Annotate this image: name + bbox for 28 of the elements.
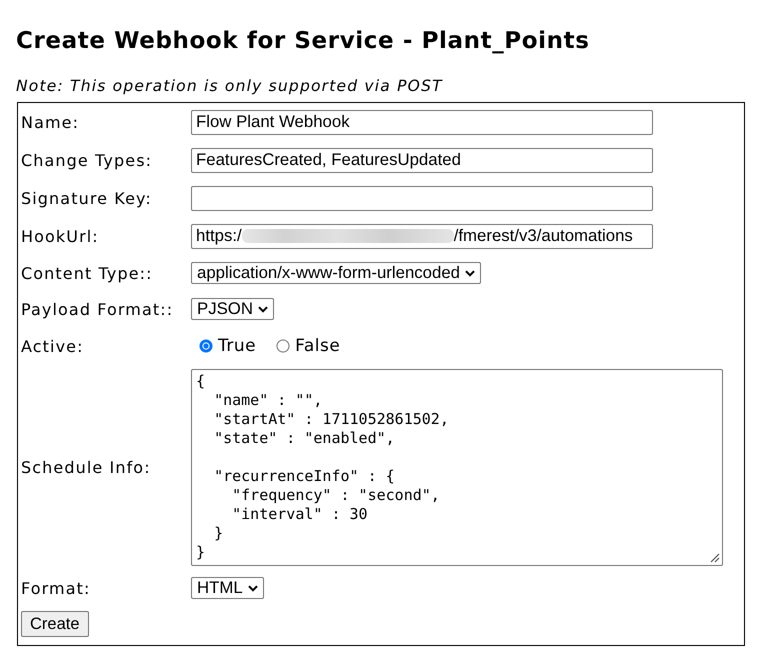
field-label: Change Types:: [20, 150, 152, 170]
radio-label[interactable]: True: [218, 336, 256, 356]
dropdown[interactable]: PJSON: [191, 298, 274, 320]
dropdown[interactable]: HTML: [191, 577, 264, 599]
create-button[interactable]: Create: [21, 611, 89, 637]
radio-button[interactable]: [276, 339, 290, 353]
url-field[interactable]: https:/ /fmerest/v3/automations: [191, 224, 653, 248]
dropdown[interactable]: application/x-www-form-urlencoded: [191, 262, 482, 284]
text-area[interactable]: { "name" : "", "startAt" : 1711052861502, "state" : "enabled", "recurrenceInfo" : { "frequency" : "second", "interval" : 30 } }: [191, 369, 723, 566]
field-label: Schedule Info:: [20, 458, 151, 477]
field-label: Signature Key:: [20, 188, 152, 208]
field-label: Active:: [20, 336, 84, 356]
field-label: Name:: [20, 112, 80, 132]
field-label: HookUrl:: [20, 226, 99, 246]
field-label: Payload Format::: [20, 300, 174, 318]
caret-icon: [258, 306, 268, 312]
caret-icon: [248, 584, 258, 592]
text-field[interactable]: FeaturesCreated, FeaturesUpdated: [191, 148, 653, 172]
text-field[interactable]: Flow Plant Webhook: [191, 110, 653, 134]
resize-grip-icon[interactable]: [710, 553, 720, 563]
field-label: Format:: [20, 578, 90, 598]
radio-label[interactable]: False: [295, 336, 340, 356]
page-title: Create Webhook for Service - Plant_Points: [16, 27, 590, 55]
radio-button[interactable]: [199, 339, 213, 353]
note-text: Note: This operation is only supported via POST: [16, 76, 443, 96]
field-label: Content Type::: [20, 264, 153, 282]
caret-icon: [465, 270, 476, 276]
text-field[interactable]: [191, 186, 653, 210]
